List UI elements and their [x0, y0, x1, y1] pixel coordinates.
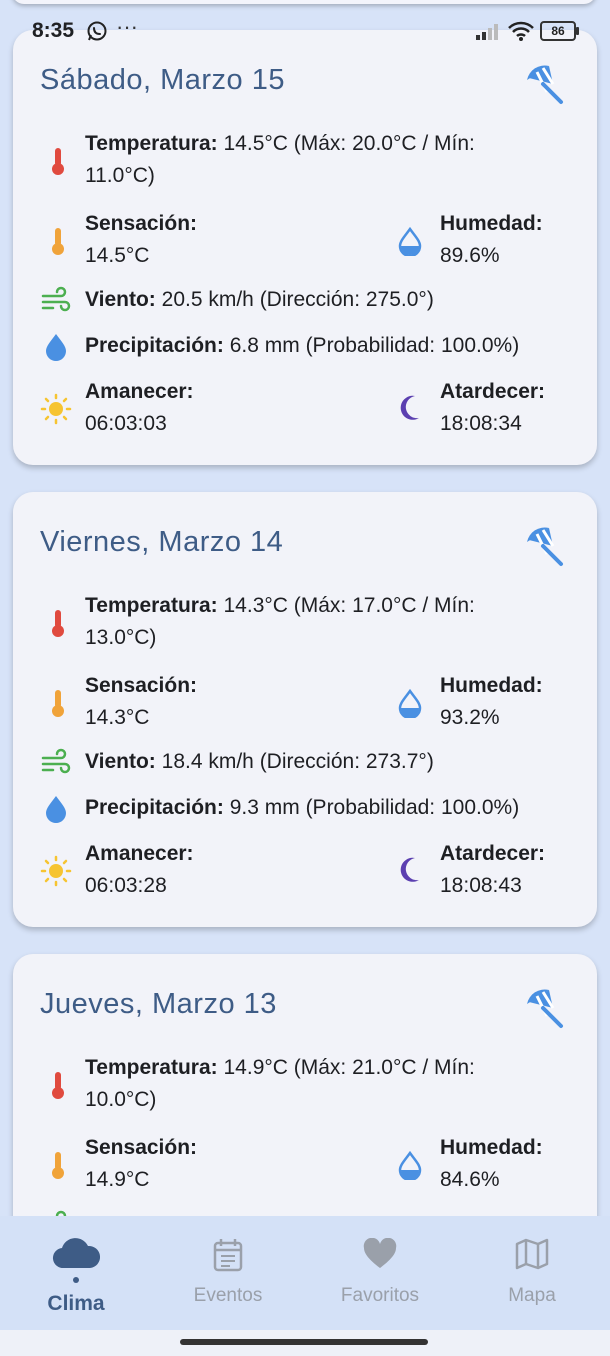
- wifi-icon: [508, 21, 534, 41]
- day-card[interactable]: Sábado, Marzo 15 Temperatura: 14.5°C (Má…: [13, 30, 597, 465]
- umbrella-icon: [527, 527, 563, 566]
- humidity-text: Humedad: 89.6%: [440, 212, 543, 267]
- precipitation-text: Precipitación: 6.8 mm (Probabilidad: 100…: [85, 334, 520, 357]
- thermometer-icon: [52, 1152, 64, 1179]
- more-notifications-icon: ···: [116, 14, 138, 39]
- umbrella-icon: [527, 65, 563, 104]
- sun-icon: [40, 855, 72, 887]
- humidity-icon: [398, 226, 422, 256]
- nav-label: Eventos: [193, 1285, 263, 1306]
- status-time: 8:35: [32, 19, 75, 42]
- bottom-navigation: Clima Eventos Favoritos Mapa: [0, 1216, 610, 1330]
- feels-like-text: Sensación: 14.5°C: [85, 212, 198, 267]
- day-title: Jueves, Marzo 13: [40, 988, 277, 1020]
- heart-icon: [363, 1238, 397, 1268]
- thermometer-icon: [52, 610, 64, 637]
- day-title: Viernes, Marzo 14: [40, 526, 284, 558]
- nav-item-mapa[interactable]: Mapa: [456, 1216, 608, 1330]
- temperature-text: Temperatura: 14.5°C (Máx: 20.0°C / Mín: 1…: [85, 132, 475, 187]
- humidity-text: Humedad: 93.2%: [440, 674, 543, 729]
- feels-like-text: Sensación: 14.3°C: [85, 674, 198, 729]
- humidity-text: Humedad: 84.6%: [440, 1136, 543, 1191]
- cloud-icon: [53, 1238, 100, 1269]
- sunset-text: Atardecer: 18:08:43: [440, 842, 546, 897]
- previous-card-edge: [12, 0, 596, 4]
- water-drop-icon: [46, 796, 66, 823]
- wind-icon: [41, 748, 71, 774]
- status-bar: 8:35 ··· 86: [0, 0, 610, 56]
- water-drop-icon: [46, 334, 66, 361]
- active-indicator: [73, 1277, 79, 1283]
- thermometer-icon: [52, 1072, 64, 1099]
- humidity-icon: [398, 688, 422, 718]
- thermometer-icon: [52, 690, 64, 717]
- feels-like-text: Sensación: 14.9°C: [85, 1136, 198, 1191]
- umbrella-icon: [527, 989, 563, 1028]
- precipitation-text: Precipitación: 9.3 mm (Probabilidad: 100…: [85, 796, 520, 819]
- thermometer-icon: [52, 148, 64, 175]
- sunrise-text: Amanecer: 06:03:28: [85, 842, 194, 897]
- moon-icon: [400, 857, 419, 882]
- map-icon: [515, 1238, 549, 1270]
- signal-icon: [476, 24, 498, 40]
- home-gesture-bar[interactable]: [180, 1339, 428, 1345]
- sunset-text: Atardecer: 18:08:34: [440, 380, 546, 435]
- thermometer-icon: [52, 228, 64, 255]
- temperature-text: Temperatura: 14.3°C (Máx: 17.0°C / Mín: 1…: [85, 594, 475, 649]
- wind-text: Viento: 20.5 km/h (Dirección: 275.0°): [85, 288, 434, 311]
- battery-icon: 86: [540, 21, 579, 41]
- nav-label: Clima: [47, 1292, 105, 1315]
- sun-icon: [40, 393, 72, 425]
- calendar-icon: [213, 1239, 243, 1272]
- whatsapp-icon: [87, 21, 107, 41]
- nav-item-eventos[interactable]: Eventos: [152, 1216, 304, 1330]
- status-icons: 86: [476, 20, 579, 42]
- day-card[interactable]: Viernes, Marzo 14 Temperatura: 14.3°C (M…: [13, 492, 597, 927]
- wind-icon: [41, 286, 71, 312]
- day-card[interactable]: Jueves, Marzo 13 Temperatura: 14.9°C (Má…: [13, 954, 597, 1216]
- day-title: Sábado, Marzo 15: [40, 64, 285, 96]
- sunrise-text: Amanecer: 06:03:03: [85, 380, 194, 435]
- nav-item-favoritos[interactable]: Favoritos: [304, 1216, 456, 1330]
- forecast-list[interactable]: Sábado, Marzo 15 Temperatura: 14.5°C (Má…: [0, 0, 610, 1216]
- nav-item-clima[interactable]: Clima: [0, 1216, 152, 1330]
- temperature-text: Temperatura: 14.9°C (Máx: 21.0°C / Mín: 1…: [85, 1056, 475, 1111]
- moon-icon: [400, 395, 419, 420]
- wind-text: Viento: 18.4 km/h (Dirección: 273.7°): [85, 750, 434, 773]
- gesture-area: [0, 1330, 610, 1356]
- humidity-icon: [398, 1150, 422, 1180]
- nav-label: Favoritos: [340, 1285, 420, 1306]
- nav-label: Mapa: [508, 1285, 556, 1306]
